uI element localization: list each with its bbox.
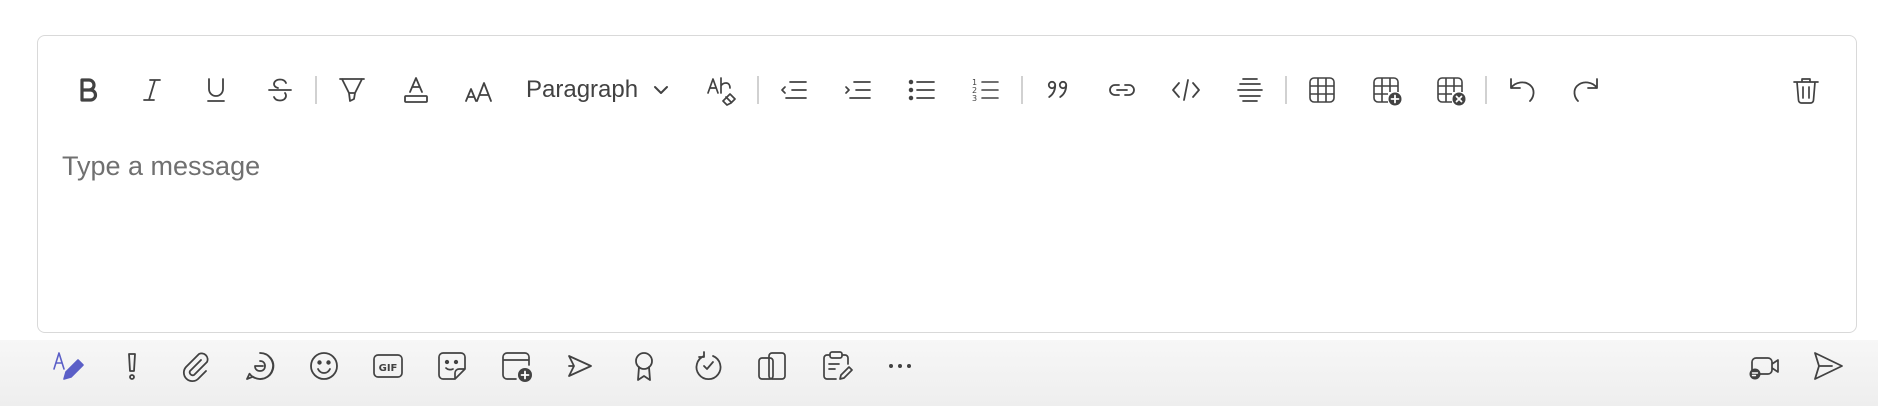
toolbar-divider bbox=[1021, 76, 1024, 104]
meet-now-icon bbox=[1749, 357, 1779, 380]
more-options-button[interactable] bbox=[868, 335, 932, 397]
highlight-icon bbox=[339, 78, 365, 102]
mark-important-button[interactable] bbox=[100, 335, 164, 397]
redo-icon bbox=[1573, 78, 1598, 102]
apps-icon bbox=[758, 352, 786, 380]
schedule-meeting-button[interactable] bbox=[484, 335, 548, 397]
code-snippet-button[interactable] bbox=[1154, 60, 1218, 120]
toolbar-divider bbox=[1485, 76, 1488, 104]
bulleted-list-button[interactable] bbox=[890, 60, 954, 120]
underline-icon bbox=[207, 78, 225, 102]
italic-button[interactable] bbox=[120, 60, 184, 120]
clear-formatting-button[interactable] bbox=[690, 60, 754, 120]
emoji-button[interactable] bbox=[292, 335, 356, 397]
loop-icon bbox=[246, 352, 275, 380]
undo-icon bbox=[1510, 78, 1535, 102]
link-icon bbox=[1109, 84, 1135, 96]
updates-button[interactable] bbox=[676, 335, 740, 397]
quote-button[interactable] bbox=[1026, 60, 1090, 120]
delete-draft-button[interactable] bbox=[1774, 60, 1838, 120]
send-icon bbox=[1814, 352, 1843, 380]
forms-icon bbox=[823, 351, 853, 380]
numbered-list-icon: 123 bbox=[972, 78, 999, 103]
font-size-icon bbox=[465, 82, 492, 102]
bulleted-list-icon bbox=[908, 79, 935, 101]
praise-icon bbox=[635, 352, 653, 381]
gif-icon: GIF bbox=[373, 354, 403, 378]
stream-icon bbox=[568, 355, 592, 377]
sticker-icon bbox=[438, 352, 466, 380]
gif-button[interactable]: GIF bbox=[356, 335, 420, 397]
quote-icon bbox=[1047, 80, 1068, 98]
underline-button[interactable] bbox=[184, 60, 248, 120]
clear-formatting-icon bbox=[707, 77, 736, 106]
undo-button[interactable] bbox=[1490, 60, 1554, 120]
paragraph-style-label: Paragraph bbox=[526, 76, 639, 103]
horizontal-rule-button[interactable] bbox=[1218, 60, 1282, 120]
font-size-button[interactable] bbox=[448, 60, 512, 120]
bold-button[interactable] bbox=[56, 60, 120, 120]
svg-text:3: 3 bbox=[972, 94, 977, 103]
meet-now-button[interactable] bbox=[1732, 335, 1796, 397]
font-color-button[interactable] bbox=[384, 60, 448, 120]
loop-component-button[interactable] bbox=[228, 335, 292, 397]
more-options-icon bbox=[889, 364, 911, 368]
increase-indent-icon bbox=[845, 81, 871, 99]
increase-indent-button[interactable] bbox=[826, 60, 890, 120]
paragraph-style-dropdown[interactable]: Paragraph bbox=[512, 60, 690, 120]
apps-button[interactable] bbox=[740, 335, 804, 397]
updates-icon bbox=[695, 351, 722, 380]
toolbar-divider bbox=[1285, 76, 1288, 104]
compose-box: Paragraph 123 bbox=[37, 35, 1857, 333]
toolbar-divider bbox=[757, 76, 760, 104]
bold-icon bbox=[80, 78, 98, 102]
important-icon bbox=[128, 353, 136, 380]
strikethrough-icon bbox=[268, 78, 292, 102]
redo-button[interactable] bbox=[1554, 60, 1618, 120]
insert-table-row-button[interactable] bbox=[1354, 60, 1418, 120]
attach-icon bbox=[182, 352, 209, 383]
font-color-icon bbox=[404, 77, 428, 103]
schedule-meeting-icon bbox=[502, 352, 532, 382]
attach-file-button[interactable] bbox=[164, 335, 228, 397]
stream-button[interactable] bbox=[548, 335, 612, 397]
numbered-list-button[interactable]: 123 bbox=[954, 60, 1018, 120]
message-input[interactable] bbox=[62, 136, 1822, 196]
decrease-indent-icon bbox=[781, 81, 807, 99]
chevron-down-icon bbox=[654, 86, 669, 94]
praise-button[interactable] bbox=[612, 335, 676, 397]
table-icon bbox=[1309, 77, 1335, 103]
forms-button[interactable] bbox=[804, 335, 868, 397]
sticker-button[interactable] bbox=[420, 335, 484, 397]
format-icon bbox=[53, 352, 84, 380]
horizontal-rule-icon bbox=[1237, 78, 1263, 102]
insert-table-button[interactable] bbox=[1290, 60, 1354, 120]
compose-actions-bar: GIF bbox=[36, 335, 1860, 397]
code-snippet-icon bbox=[1172, 79, 1200, 101]
delete-table-button[interactable] bbox=[1418, 60, 1482, 120]
svg-text:GIF: GIF bbox=[379, 363, 398, 374]
toolbar-divider bbox=[315, 76, 317, 104]
emoji-icon bbox=[310, 352, 338, 380]
format-button[interactable] bbox=[36, 335, 100, 397]
delete-draft-icon bbox=[1793, 78, 1819, 104]
strikethrough-button[interactable] bbox=[248, 60, 312, 120]
highlight-button[interactable] bbox=[320, 60, 384, 120]
formatting-toolbar: Paragraph 123 bbox=[56, 60, 1838, 120]
insert-table-row-icon bbox=[1373, 77, 1402, 106]
italic-icon bbox=[143, 79, 161, 101]
send-button[interactable] bbox=[1796, 335, 1860, 397]
delete-table-icon bbox=[1437, 77, 1466, 106]
insert-link-button[interactable] bbox=[1090, 60, 1154, 120]
decrease-indent-button[interactable] bbox=[762, 60, 826, 120]
